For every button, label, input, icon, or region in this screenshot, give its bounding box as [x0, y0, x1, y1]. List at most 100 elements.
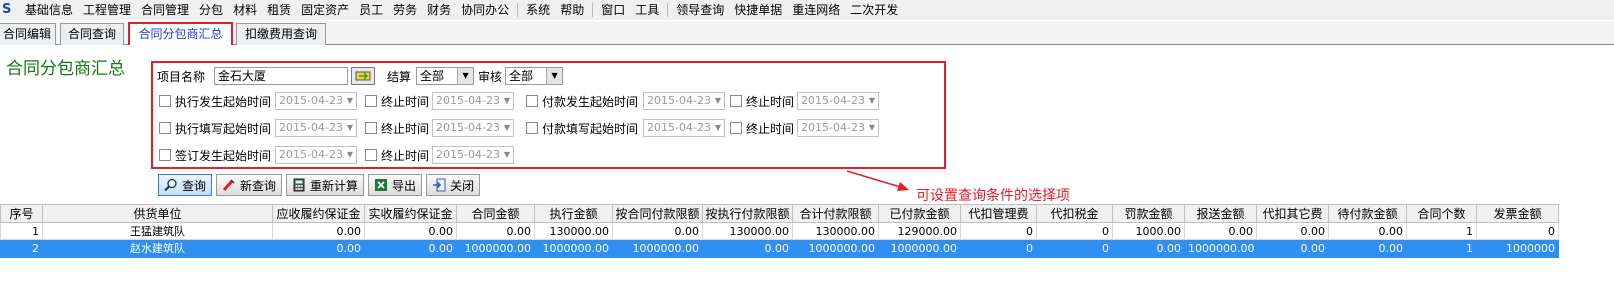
- col-header[interactable]: 代扣税金: [1036, 204, 1113, 223]
- table-cell: 0.00: [364, 239, 457, 258]
- project-picker-button[interactable]: [351, 67, 376, 85]
- table-cell: 0.00: [456, 222, 535, 240]
- menu-dev[interactable]: 二次开发: [845, 0, 903, 20]
- menu-finance[interactable]: 财务: [422, 0, 456, 20]
- payfill-start-date[interactable]: 2015-04-23 ▼: [643, 119, 726, 137]
- end4-date[interactable]: 2015-04-23 ▼: [797, 119, 880, 137]
- end2-label: 终止时间: [746, 94, 795, 109]
- table-cell: 1000000.00: [612, 239, 703, 258]
- sign-start-checkbox[interactable]: [159, 149, 171, 161]
- col-header[interactable]: 代扣管理费: [960, 204, 1037, 223]
- menu-reconnect[interactable]: 重连网络: [787, 0, 845, 20]
- menu-system[interactable]: 系统: [521, 0, 555, 20]
- col-header[interactable]: 已付款金额: [878, 204, 961, 223]
- tab-deduction-query[interactable]: 扣缴费用查询: [236, 23, 326, 45]
- menu-collab[interactable]: 协同办公: [456, 0, 514, 20]
- col-header[interactable]: 序号: [0, 204, 43, 223]
- query-button[interactable]: 查询: [158, 174, 213, 196]
- col-header[interactable]: 合同金额: [456, 204, 535, 223]
- end3-checkbox[interactable]: [365, 122, 378, 134]
- pay-start-date[interactable]: 2015-04-23 ▼: [643, 92, 726, 110]
- menu-window[interactable]: 窗口: [596, 0, 630, 20]
- pay-start-checkbox[interactable]: [526, 95, 539, 107]
- exit-icon: [433, 178, 446, 192]
- table-cell: 赵水建筑队: [42, 239, 273, 258]
- table-cell: 130000.00: [792, 222, 879, 240]
- end5-checkbox[interactable]: [365, 149, 378, 161]
- menu-leader-query[interactable]: 领导查询: [671, 0, 729, 20]
- table-cell: 0.00: [1328, 222, 1407, 240]
- exec-start-checkbox[interactable]: [159, 95, 171, 107]
- menu-lease[interactable]: 租赁: [262, 0, 296, 20]
- menu-quick-docs[interactable]: 快捷单据: [729, 0, 787, 20]
- settle-select[interactable]: 全部 ▼: [416, 67, 475, 85]
- payfill-start-checkbox[interactable]: [526, 122, 539, 134]
- end4-checkbox[interactable]: [730, 122, 743, 134]
- col-header[interactable]: 执行金额: [534, 204, 613, 223]
- project-input[interactable]: 金石大厦: [214, 67, 349, 85]
- audit-select[interactable]: 全部 ▼: [505, 67, 564, 85]
- table-cell: 0: [1036, 239, 1113, 258]
- end5-date[interactable]: 2015-04-23 ▼: [432, 146, 515, 164]
- col-header[interactable]: 供货单位: [42, 204, 273, 223]
- annotation-arrow: [846, 170, 909, 191]
- end2-checkbox[interactable]: [730, 95, 743, 107]
- chevron-down-icon: ▼: [714, 96, 722, 105]
- annotation-text: 可设置查询条件的选择项: [916, 188, 1070, 204]
- table-cell: 1000000.00: [792, 239, 879, 258]
- table-row-selected[interactable]: 2 赵水建筑队 0.00 0.00 1000000.00 1000000.00 …: [0, 239, 1559, 258]
- end3-label: 终止时间: [381, 121, 430, 136]
- menu-help[interactable]: 帮助: [555, 0, 589, 20]
- menu-employee[interactable]: 员工: [354, 0, 388, 20]
- exec-start-date[interactable]: 2015-04-23 ▼: [275, 92, 358, 110]
- table-cell: 1: [0, 222, 43, 240]
- table-cell: 1: [1406, 239, 1477, 258]
- col-header[interactable]: 合计付款限额: [792, 204, 879, 223]
- menu-subcontract[interactable]: 分包: [194, 0, 228, 20]
- recalculate-button[interactable]: 重新计算: [286, 174, 365, 196]
- tab-contract-query[interactable]: 合同查询: [60, 23, 124, 45]
- sign-start-date[interactable]: 2015-04-23 ▼: [275, 146, 358, 164]
- menu-basic-info[interactable]: 基础信息: [20, 0, 78, 20]
- tab-subcontractor-summary[interactable]: 合同分包商汇总: [128, 22, 233, 45]
- table-cell: 1000.00: [1112, 222, 1185, 240]
- fill-start-date[interactable]: 2015-04-23 ▼: [275, 119, 358, 137]
- new-query-button[interactable]: 新查询: [216, 174, 283, 196]
- table-cell: 129000.00: [878, 222, 961, 240]
- app-logo-icon: S: [2, 2, 12, 17]
- menu-labor[interactable]: 劳务: [388, 0, 422, 20]
- col-header[interactable]: 代扣其它费: [1256, 204, 1329, 223]
- fill-start-checkbox[interactable]: [159, 122, 171, 134]
- col-header[interactable]: 合同个数: [1406, 204, 1477, 223]
- table-cell: 1000000.00: [534, 239, 613, 258]
- export-button[interactable]: 导出: [368, 174, 423, 196]
- tab-contract-edit[interactable]: 合同编辑: [0, 23, 56, 45]
- menu-fixed-assets[interactable]: 固定资产: [296, 0, 354, 20]
- menu-project[interactable]: 工程管理: [78, 0, 136, 20]
- menu-material[interactable]: 材料: [228, 0, 262, 20]
- end3-date[interactable]: 2015-04-23 ▼: [432, 119, 515, 137]
- menu-tools[interactable]: 工具: [630, 0, 664, 20]
- table-cell: 0: [1036, 222, 1113, 240]
- col-header[interactable]: 应收履约保证金: [272, 204, 365, 223]
- table-header-row: 序号 供货单位 应收履约保证金 实收履约保证金 合同金额 执行金额 按合同付款限…: [0, 204, 1559, 223]
- col-header[interactable]: 待付款金额: [1328, 204, 1407, 223]
- col-header[interactable]: 按合同付款限额: [612, 204, 703, 223]
- col-header[interactable]: 罚款金额: [1112, 204, 1185, 223]
- col-header[interactable]: 按执行付款限额: [702, 204, 793, 223]
- end2-date[interactable]: 2015-04-23 ▼: [797, 92, 880, 110]
- table-cell: 0: [1476, 222, 1559, 240]
- summary-table[interactable]: 序号 供货单位 应收履约保证金 实收履约保证金 合同金额 执行金额 按合同付款限…: [0, 204, 1559, 258]
- table-cell: 0.00: [364, 222, 457, 240]
- close-button[interactable]: 关闭: [426, 174, 481, 196]
- col-header[interactable]: 报送金额: [1184, 204, 1257, 223]
- fill-start-label: 执行填写起始时间: [175, 121, 272, 136]
- col-header[interactable]: 发票金额: [1476, 204, 1559, 223]
- col-header[interactable]: 实收履约保证金: [364, 204, 457, 223]
- end1-date[interactable]: 2015-04-23 ▼: [432, 92, 515, 110]
- table-row[interactable]: 1 王猛建筑队 0.00 0.00 0.00 130000.00 0.00 13…: [0, 222, 1559, 240]
- end1-checkbox[interactable]: [365, 95, 378, 107]
- chevron-down-icon: ▼: [546, 68, 563, 84]
- menu-contract[interactable]: 合同管理: [136, 0, 194, 20]
- table-cell: 0.00: [1184, 222, 1257, 240]
